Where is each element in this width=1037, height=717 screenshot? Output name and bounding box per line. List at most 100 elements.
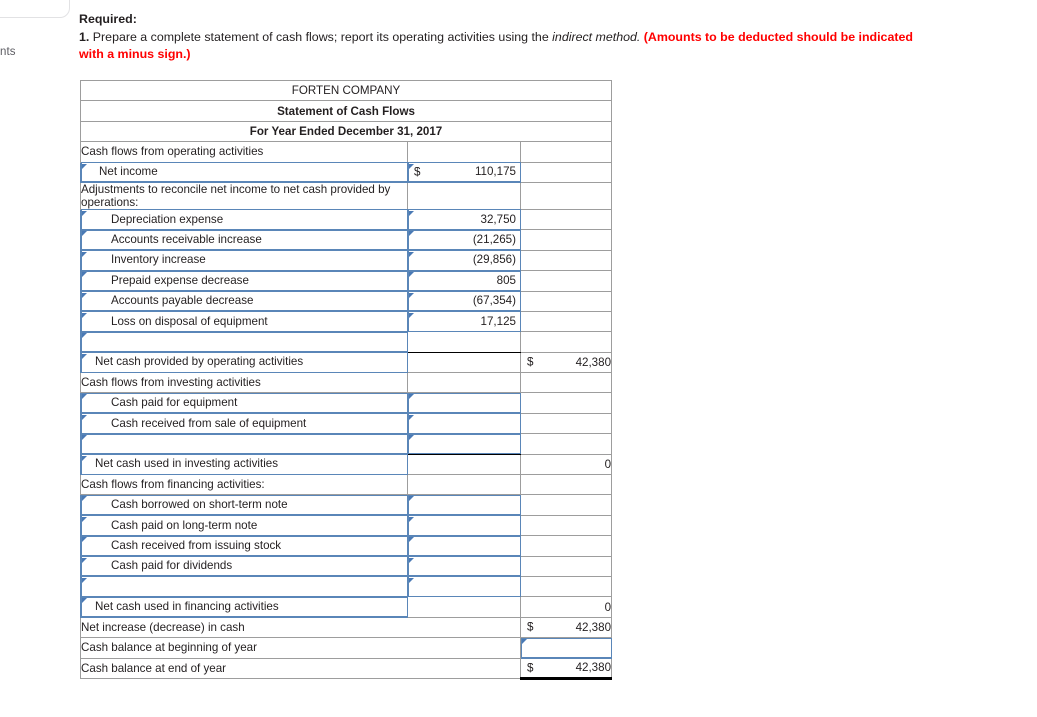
row-label-input[interactable]: Cash paid on long-term note (80, 514, 408, 537)
row-label-input[interactable]: Cash paid for dividends (80, 555, 408, 577)
amount-cell-subtotal-column (407, 181, 521, 210)
amount-input-subtotal-column[interactable] (407, 575, 521, 598)
amount-input-subtotal-column[interactable]: $110,175 (407, 161, 521, 183)
currency-symbol: $ (527, 620, 534, 634)
amount-value: (21,265) (472, 233, 516, 247)
amount-input-subtotal-column[interactable]: (67,354) (407, 290, 521, 312)
amount-input-subtotal-column[interactable] (407, 535, 521, 557)
table-row: Prepaid expense decrease 805 (80, 270, 613, 292)
amount-value: (29,856) (472, 253, 516, 267)
amount-cell-total-column (519, 161, 613, 183)
amount-input-subtotal-column[interactable]: 17,125 (407, 310, 521, 333)
row-label: Cash balance at end of year (80, 657, 521, 679)
table-row (80, 575, 613, 598)
cell-corner-marker-icon (409, 557, 414, 563)
amount-cell-subtotal-column (407, 596, 521, 618)
required-heading: Required: (79, 12, 137, 26)
amount-cell-total-column (519, 208, 613, 231)
amount-cell-total-column: $42,380 (519, 657, 613, 680)
table-row: Cash paid on long-term note (80, 514, 613, 537)
row-label: Cash flows from operating activities (80, 141, 408, 163)
row-label-text: Cash received from sale of equipment (111, 416, 307, 430)
amount-input-subtotal-column[interactable] (407, 433, 521, 455)
amount-input-subtotal-column[interactable]: 32,750 (407, 208, 521, 231)
amount-cell-total-column (519, 514, 613, 537)
row-label-input[interactable]: Accounts receivable increase (80, 229, 408, 251)
row-label-text: Cash paid on long-term note (111, 518, 258, 532)
required-prompt: Required: 1. Prepare a complete statemen… (79, 11, 939, 64)
row-label-input[interactable]: Cash received from sale of equipment (80, 412, 408, 435)
row-label-input[interactable]: Net income (80, 161, 408, 183)
table-row: Adjustments to reconcile net income to n… (80, 181, 613, 210)
row-label-input[interactable]: Depreciation expense (80, 208, 408, 231)
amount-input-total-column[interactable] (519, 637, 613, 659)
row-label-input[interactable]: Inventory increase (80, 249, 408, 272)
row-label-input[interactable] (80, 575, 408, 598)
amount-cell-total-column (519, 372, 613, 394)
row-label: Cash balance at beginning of year (80, 637, 521, 659)
amount-input-subtotal-column[interactable]: (21,265) (407, 229, 521, 251)
amount-cell-total-column (519, 290, 613, 312)
prompt-body: Prepare a complete statement of cash flo… (89, 29, 553, 44)
amount-cell-total-column: $42,380 (519, 616, 613, 639)
row-label: Cash flows from investing activities (80, 372, 408, 394)
amount-input-subtotal-column[interactable] (407, 514, 521, 537)
amount-input-subtotal-column[interactable] (407, 494, 521, 516)
amount-cell-subtotal-column (407, 372, 521, 394)
amount-cell-total-column (519, 474, 613, 496)
amount-cell-subtotal-column (407, 331, 521, 353)
table-row: Cash paid for equipment (80, 392, 613, 414)
cell-corner-marker-icon (409, 516, 414, 522)
table-row: Net cash used in investing activities 0 (80, 453, 613, 476)
table-row: Net increase (decrease) in cash $42,380 (80, 616, 613, 639)
statement-name: Statement of Cash Flows (79, 100, 613, 122)
amount-value: 17,125 (480, 314, 516, 328)
amount-cell-total-column (519, 555, 613, 577)
table-row: Inventory increase (29,856) (80, 249, 613, 272)
partial-panel-fragment (0, 0, 70, 18)
row-label-input[interactable]: Net cash used in financing activities (80, 596, 408, 618)
statement-title-row-1: FORTEN COMPANY (79, 79, 613, 102)
row-label-text: Cash paid for dividends (111, 559, 233, 573)
cell-corner-marker-icon (409, 394, 414, 400)
row-label-input[interactable]: Net cash used in investing activities (80, 453, 408, 476)
row-label-input[interactable]: Accounts payable decrease (80, 290, 408, 312)
row-label-text: Cash received from issuing stock (111, 538, 282, 552)
amount-cell-total-column (519, 535, 613, 557)
row-label-input[interactable]: Prepaid expense decrease (80, 270, 408, 292)
row-label: Adjustments to reconcile net income to n… (80, 181, 408, 210)
cell-corner-marker-icon (82, 435, 87, 441)
amount-cell-total-column: 0 (519, 453, 613, 476)
amount-value: 42,380 (575, 355, 612, 369)
row-label-input[interactable]: Cash paid for equipment (80, 392, 408, 414)
cash-flow-statement-table: FORTEN COMPANY Statement of Cash Flows F… (79, 79, 613, 680)
row-label-input[interactable]: Cash borrowed on short-term note (80, 494, 408, 516)
table-row: Loss on disposal of equipment 17,125 (80, 310, 613, 333)
table-row: Net cash provided by operating activitie… (80, 351, 613, 374)
table-row: Accounts payable decrease (67,354) (80, 290, 613, 312)
cell-corner-marker-icon (409, 435, 414, 441)
amount-input-subtotal-column[interactable] (407, 412, 521, 435)
table-row: Cash borrowed on short-term note (80, 494, 613, 516)
amount-input-subtotal-column[interactable]: 805 (407, 270, 521, 292)
amount-cell-total-column (519, 392, 613, 414)
row-label-input[interactable]: Net cash provided by operating activitie… (80, 351, 408, 374)
row-label-input[interactable]: Cash received from issuing stock (80, 535, 408, 557)
amount-cell-total-column (519, 181, 613, 210)
amount-input-subtotal-column[interactable] (407, 392, 521, 414)
cell-corner-marker-icon (409, 496, 414, 502)
amount-cell-total-column (519, 575, 613, 598)
row-label-input[interactable] (80, 433, 408, 455)
amount-input-subtotal-column[interactable]: (29,856) (407, 249, 521, 272)
amount-cell-total-column (519, 249, 613, 272)
row-label-input[interactable]: Loss on disposal of equipment (80, 310, 408, 333)
amount-cell-total-column: 0 (519, 596, 613, 618)
table-row: Cash received from sale of equipment (80, 412, 613, 435)
amount-cell-subtotal-column (407, 453, 521, 476)
amount-cell-total-column (519, 331, 613, 353)
statement-title-row-2: Statement of Cash Flows (79, 100, 613, 122)
amount-input-subtotal-column[interactable] (407, 555, 521, 577)
left-text-fragment: nts (0, 46, 16, 58)
row-label-input[interactable] (80, 331, 408, 353)
row-label-text: Accounts payable decrease (111, 294, 254, 308)
